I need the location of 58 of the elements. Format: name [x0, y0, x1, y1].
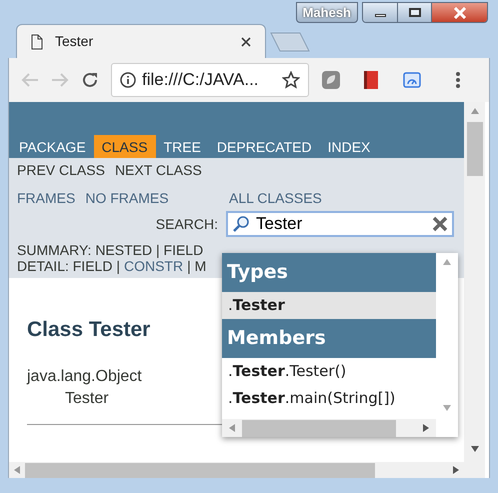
search-label: SEARCH: — [156, 216, 218, 232]
scroll-up-icon[interactable] — [470, 108, 478, 114]
gauge-icon[interactable] — [403, 72, 421, 88]
scrollbar-thumb[interactable] — [242, 420, 396, 436]
search-field[interactable]: Tester — [226, 211, 454, 237]
scroll-right-icon[interactable] — [453, 466, 459, 474]
maximize-button[interactable] — [397, 3, 431, 22]
nav-link[interactable]: NEXT CLASS — [114, 162, 202, 178]
nav-link[interactable]: PACKAGE — [11, 135, 94, 158]
info-icon — [120, 72, 136, 88]
nav-link[interactable]: TREE — [156, 135, 209, 158]
page-icon — [31, 34, 43, 50]
summary-text: SUMMARY: NESTED | FIELD — [17, 242, 204, 258]
all-classes-link[interactable]: ALL CLASSES — [229, 190, 322, 206]
close-icon — [452, 6, 466, 18]
vertical-scrollbar[interactable] — [464, 102, 485, 478]
scrollbar-thumb[interactable] — [25, 462, 375, 478]
frames-link[interactable]: NO FRAMES — [85, 190, 169, 206]
nav-link[interactable]: INDEX — [320, 135, 378, 158]
minimize-button[interactable] — [363, 3, 397, 22]
menu-icon[interactable] — [455, 71, 461, 89]
frames-link[interactable]: FRAMES — [17, 190, 76, 206]
horizontal-scrollbar[interactable] — [9, 462, 464, 478]
detail-link[interactable]: CONSTR — [124, 258, 184, 274]
url-text: file:///C:/JAVA... — [142, 69, 259, 92]
scroll-right-icon[interactable] — [423, 424, 429, 432]
class-title: Class Tester — [27, 317, 150, 343]
summary-text: DETAIL: FIELD | — [17, 258, 120, 274]
forward-icon[interactable] — [51, 72, 69, 88]
back-icon[interactable] — [21, 72, 39, 88]
result-item[interactable]: .Tester — [222, 292, 436, 319]
scroll-down-icon[interactable] — [470, 446, 478, 452]
popup-vertical-scrollbar[interactable] — [436, 253, 458, 437]
nav-link[interactable]: PREV CLASS — [17, 162, 105, 178]
book-icon[interactable] — [363, 70, 379, 90]
close-button[interactable] — [431, 3, 487, 22]
new-tab-button[interactable] — [270, 32, 310, 52]
scroll-up-icon[interactable] — [443, 259, 451, 265]
search-icon — [232, 215, 250, 233]
scrollbar-thumb[interactable] — [466, 122, 482, 176]
hierarchy-text: java.lang.Object — [27, 366, 142, 386]
scroll-left-icon[interactable] — [229, 424, 235, 432]
star-icon[interactable] — [282, 71, 300, 89]
close-icon[interactable] — [241, 36, 251, 46]
summary-text: | M — [187, 258, 206, 274]
nav-link[interactable]: DEPRECATED — [208, 135, 320, 158]
hierarchy-text: Tester — [65, 388, 109, 408]
clear-icon[interactable] — [432, 216, 448, 232]
popup-horizontal-scrollbar[interactable] — [222, 419, 436, 437]
browser-tab[interactable]: Tester — [16, 24, 266, 58]
address-bar[interactable]: file:///C:/JAVA... — [111, 63, 309, 97]
scroll-left-icon[interactable] — [14, 466, 20, 474]
tab-title: Tester — [55, 32, 94, 51]
results-heading: Types — [222, 253, 436, 292]
results-heading: Members — [222, 319, 436, 358]
shield-icon[interactable] — [321, 70, 341, 90]
reload-icon[interactable] — [81, 71, 99, 89]
nav-link[interactable]: CLASS — [94, 135, 156, 158]
